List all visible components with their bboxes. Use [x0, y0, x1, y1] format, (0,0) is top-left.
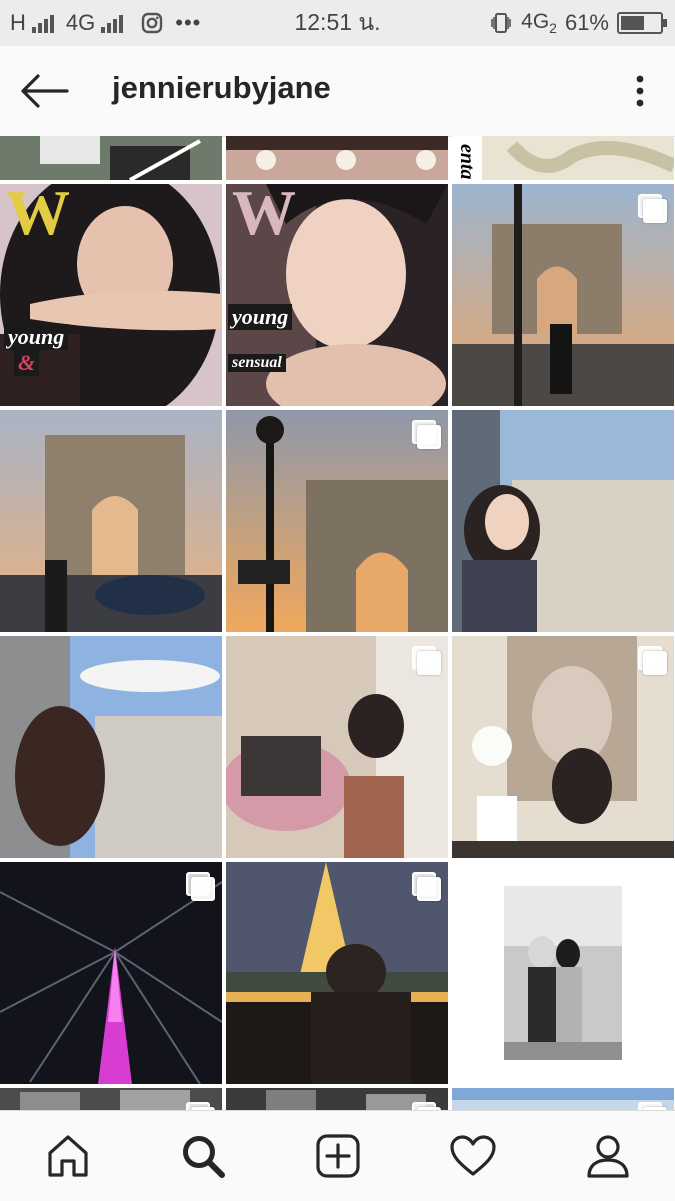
battery-percent: 61%	[564, 10, 609, 35]
grid-post-14[interactable]	[226, 862, 448, 1084]
status-right: 4G2 61%	[489, 0, 667, 46]
partial-text: ental	[455, 140, 478, 180]
home-icon	[47, 1135, 88, 1177]
multi-photo-icon	[186, 1102, 215, 1110]
heart-icon	[449, 1135, 496, 1176]
grid-post-15[interactable]	[452, 862, 674, 1084]
grid-post-18[interactable]	[452, 1088, 674, 1110]
nav-profile[interactable]	[540, 1111, 675, 1201]
grid-post-13[interactable]	[0, 862, 222, 1084]
nav-add[interactable]	[270, 1111, 405, 1201]
multi-photo-icon	[412, 646, 441, 675]
grid-post-1[interactable]	[0, 136, 222, 180]
battery-icon	[617, 12, 667, 34]
grid-post-3[interactable]: ental	[452, 136, 674, 180]
nav-search[interactable]	[135, 1111, 270, 1201]
grid-post-17[interactable]	[226, 1088, 448, 1110]
grid-post-12[interactable]	[452, 636, 674, 858]
profile-header: jennierubyjane	[0, 46, 675, 137]
magazine-letter-2: W	[232, 184, 296, 248]
search-icon	[182, 1136, 225, 1178]
magazine-letter: W	[6, 184, 70, 248]
grid-post-9[interactable]	[452, 410, 674, 632]
status-bar: H 4G ••• 12:51 น. 4G2 61%	[0, 0, 675, 46]
grid-post-7[interactable]	[0, 410, 222, 632]
arrow-left-icon[interactable]	[18, 72, 70, 110]
multi-photo-icon	[638, 194, 667, 223]
grid-post-10[interactable]	[0, 636, 222, 858]
magazine-word: young	[4, 324, 69, 350]
status-time: 12:51 น.	[294, 9, 381, 35]
photo-grid: ental W young & W young sensual	[0, 136, 675, 1110]
multi-photo-icon	[638, 646, 667, 675]
grid-post-2[interactable]	[226, 136, 448, 180]
multi-photo-icon	[186, 872, 215, 901]
grid-post-4[interactable]: W young &	[0, 184, 222, 406]
grid-post-16[interactable]	[0, 1088, 222, 1110]
bottom-nav	[0, 1110, 675, 1201]
vibrate-icon	[491, 13, 511, 33]
multi-photo-icon	[412, 1102, 441, 1110]
grid-post-11[interactable]	[226, 636, 448, 858]
profile-username: jennierubyjane	[112, 70, 331, 105]
grid-post-8[interactable]	[226, 410, 448, 632]
magazine-word-3: sensual	[228, 354, 286, 372]
nav-activity[interactable]	[405, 1111, 540, 1201]
grid-post-6[interactable]	[452, 184, 674, 406]
magazine-ampersand: &	[14, 350, 40, 376]
multi-photo-icon	[412, 872, 441, 901]
person-icon	[586, 1135, 629, 1178]
nav-home[interactable]	[0, 1111, 135, 1201]
magazine-word-2: young	[228, 304, 293, 330]
grid-post-5[interactable]: W young sensual	[226, 184, 448, 406]
network-type-4g-right: 4G2	[521, 9, 557, 37]
multi-photo-icon	[638, 1102, 667, 1110]
plus-square-icon	[315, 1134, 360, 1178]
more-vertical-icon[interactable]	[625, 72, 655, 110]
multi-photo-icon	[412, 420, 441, 449]
